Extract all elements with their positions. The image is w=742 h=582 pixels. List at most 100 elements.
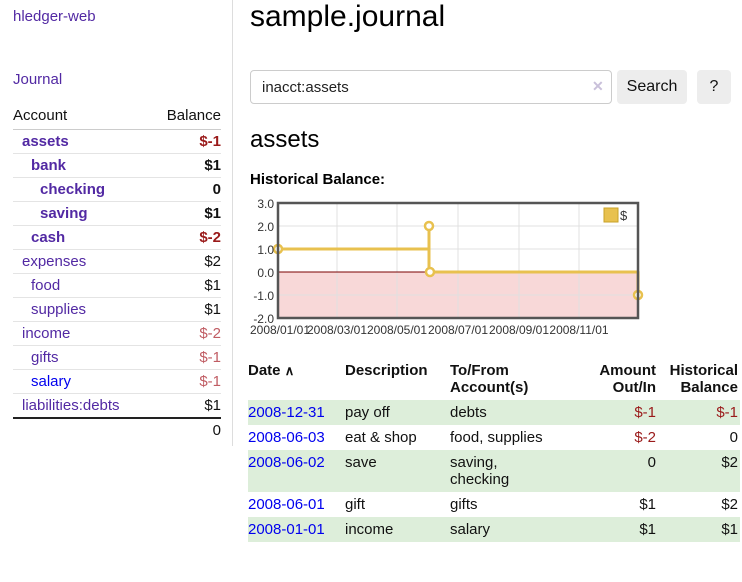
help-button[interactable]: ? [697, 70, 731, 104]
account-row: food $1 [13, 274, 221, 298]
transaction-row[interactable]: 2008-06-01 gift gifts $1 $2 [248, 492, 740, 517]
transaction-date-link[interactable]: 2008-12-31 [248, 404, 325, 421]
transaction-date-link[interactable]: 2008-06-03 [248, 429, 325, 446]
transaction-amount: 0 [590, 450, 658, 492]
transaction-description: gift [345, 492, 450, 517]
transaction-row[interactable]: 2008-01-01 income salary $1 $1 [248, 517, 740, 542]
svg-text:2008/07/01: 2008/07/01 [428, 323, 488, 337]
transaction-description: pay off [345, 400, 450, 425]
transaction-date-link[interactable]: 2008-06-02 [248, 454, 325, 471]
account-row: assets $-1 [13, 130, 221, 154]
account-row: saving $1 [13, 202, 221, 226]
transaction-amount: $-1 [590, 400, 658, 425]
accounts-total-row: 0 [13, 418, 221, 442]
account-balance: $-2 [151, 322, 221, 346]
account-row: salary $-1 [13, 370, 221, 394]
clear-search-icon[interactable]: ✕ [592, 78, 604, 95]
account-link-checking[interactable]: checking [40, 181, 105, 198]
register-header-row: Date ∧ Description To/From Account(s) Am… [248, 358, 740, 400]
transaction-amount: $-2 [590, 425, 658, 450]
account-link-salary[interactable]: salary [31, 373, 71, 390]
svg-text:-1.0: -1.0 [253, 289, 274, 303]
sidebar: hledger-web Journal Account Balance asse… [0, 0, 233, 446]
date-header-label: Date [248, 362, 281, 379]
svg-text:2008/09/01: 2008/09/01 [489, 323, 549, 337]
account-link-food[interactable]: food [31, 277, 60, 294]
account-balance: $1 [151, 298, 221, 322]
data-point-marker [425, 222, 433, 230]
transaction-description: income [345, 517, 450, 542]
balance-column-header: Balance [151, 104, 221, 130]
app-brand-link[interactable]: hledger-web [13, 8, 96, 25]
transaction-balance: 0 [658, 425, 740, 450]
transaction-accounts: saving, checking [450, 450, 590, 492]
transaction-description: eat & shop [345, 425, 450, 450]
search-input[interactable] [250, 70, 612, 104]
accounts-column-header: To/From Account(s) [450, 358, 590, 400]
transaction-description: save [345, 450, 450, 492]
svg-text:0.0: 0.0 [257, 266, 274, 280]
account-row: cash $-2 [13, 226, 221, 250]
svg-text:2.0: 2.0 [257, 220, 274, 234]
svg-text:2008/05/01: 2008/05/01 [367, 323, 427, 337]
transaction-amount: $1 [590, 492, 658, 517]
account-row: supplies $1 [13, 298, 221, 322]
account-row: bank $1 [13, 154, 221, 178]
chart-svg: $ 3.0 2.0 1.0 0.0 -1.0 -2.0 2008/01/01 2… [248, 196, 668, 342]
account-link-cash[interactable]: cash [31, 229, 65, 246]
description-column-header: Description [345, 358, 450, 400]
account-row: gifts $-1 [13, 346, 221, 370]
amount-column-header: Amount Out/In [590, 358, 658, 400]
account-link-income[interactable]: income [22, 325, 70, 342]
transaction-accounts: gifts [450, 492, 590, 517]
account-column-header: Account [13, 104, 151, 130]
historical-balance-chart[interactable]: $ 3.0 2.0 1.0 0.0 -1.0 -2.0 2008/01/01 2… [248, 196, 668, 347]
search-button[interactable]: Search [617, 70, 687, 104]
svg-text:2008/11/01: 2008/11/01 [549, 323, 608, 337]
svg-text:2008/01/01: 2008/01/01 [250, 323, 310, 337]
account-link-expenses[interactable]: expenses [22, 253, 86, 270]
account-link-assets[interactable]: assets [22, 133, 69, 150]
transaction-balance: $-1 [658, 400, 740, 425]
account-balance: 0 [151, 178, 221, 202]
account-balance: $-1 [151, 346, 221, 370]
transaction-balance: $2 [658, 450, 740, 492]
transaction-row[interactable]: 2008-06-03 eat & shop food, supplies $-2… [248, 425, 740, 450]
account-link-supplies[interactable]: supplies [31, 301, 86, 318]
sort-ascending-icon: ∧ [285, 363, 295, 378]
account-balance: $-2 [151, 226, 221, 250]
journal-nav-link[interactable]: Journal [13, 71, 62, 88]
legend-label: $ [620, 208, 628, 223]
transaction-date-link[interactable]: 2008-01-01 [248, 521, 325, 538]
account-balance: $2 [151, 250, 221, 274]
transaction-accounts: food, supplies [450, 425, 590, 450]
historical-balance-label: Historical Balance: [250, 171, 385, 188]
transaction-date-link[interactable]: 2008-06-01 [248, 496, 325, 513]
transaction-row[interactable]: 2008-12-31 pay off debts $-1 $-1 [248, 400, 740, 425]
data-point-marker [426, 268, 434, 276]
account-balance: $1 [151, 274, 221, 298]
account-link-liabilities-debts[interactable]: liabilities:debts [22, 397, 120, 414]
account-row: liabilities:debts $1 [13, 394, 221, 419]
date-column-header[interactable]: Date ∧ [248, 358, 345, 400]
transaction-accounts: debts [450, 400, 590, 425]
account-balance: $1 [151, 202, 221, 226]
svg-text:2008/03/01: 2008/03/01 [307, 323, 367, 337]
account-row: checking 0 [13, 178, 221, 202]
transaction-accounts: salary [450, 517, 590, 542]
account-link-bank[interactable]: bank [31, 157, 66, 174]
account-balance: $1 [151, 154, 221, 178]
accounts-header-row: Account Balance [13, 104, 221, 130]
account-link-saving[interactable]: saving [40, 205, 88, 222]
accounts-total-value: 0 [151, 418, 221, 442]
transaction-balance: $1 [658, 517, 740, 542]
x-axis-ticks: 2008/01/01 2008/03/01 2008/05/01 2008/07… [250, 323, 609, 337]
account-balance: $-1 [151, 370, 221, 394]
transaction-row[interactable]: 2008-06-02 save saving, checking 0 $2 [248, 450, 740, 492]
legend-swatch [604, 208, 618, 222]
svg-text:3.0: 3.0 [257, 197, 274, 211]
account-link-gifts[interactable]: gifts [31, 349, 59, 366]
account-title: assets [250, 126, 319, 154]
account-balance: $-1 [151, 130, 221, 154]
register-table: Date ∧ Description To/From Account(s) Am… [248, 358, 740, 542]
